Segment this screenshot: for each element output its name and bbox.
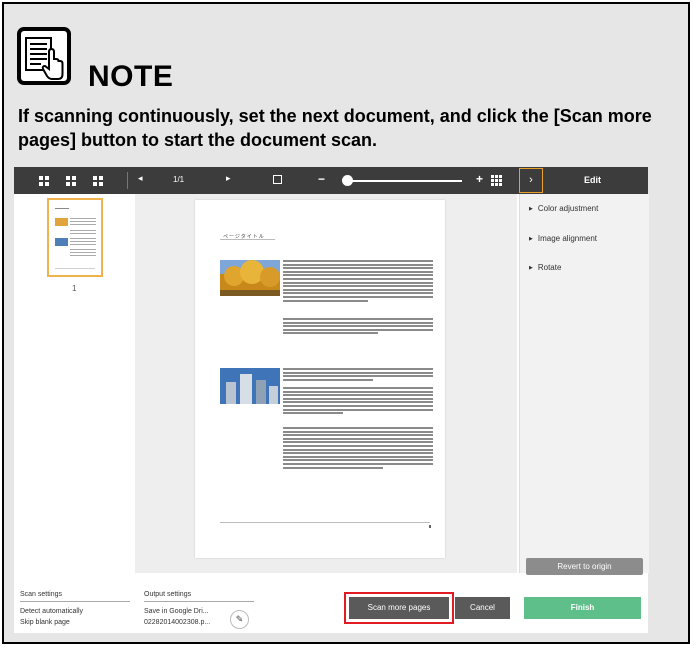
note-document-icon	[17, 27, 71, 85]
grid-view-icon[interactable]	[66, 176, 76, 186]
panel-toggle-button[interactable]: ›	[519, 168, 543, 193]
zoom-slider-handle[interactable]	[342, 175, 353, 186]
fit-page-icon[interactable]	[273, 175, 282, 184]
scan-settings-divider	[20, 601, 130, 602]
page-indicator: 1/1	[173, 175, 185, 184]
scan-setting-skip-blank: Skip blank page	[20, 619, 70, 626]
rotate-item[interactable]: Rotate	[529, 263, 562, 272]
grid-icon[interactable]	[491, 175, 502, 186]
output-setting-destination: Save in Google Dri...	[144, 608, 209, 615]
note-title: NOTE	[88, 60, 174, 93]
thumbnail-pane: 1	[14, 194, 136, 573]
output-settings-label: Output settings	[144, 591, 192, 598]
scan-settings-label: Scan settings	[20, 591, 63, 598]
page-thumbnail[interactable]	[47, 198, 103, 277]
page-footer-mark	[429, 525, 431, 528]
paragraph-lines-1	[283, 260, 433, 303]
toolbar-divider	[127, 172, 128, 189]
revert-to-origin-button[interactable]: Revert to origin	[526, 558, 643, 575]
paragraph-lines-2	[283, 318, 433, 336]
scan-app-window: ◂ 1/1 ▸ − + › Edit 1 ページタイトル ▶ Color adj…	[14, 167, 649, 633]
paragraph-lines-3	[283, 368, 433, 382]
paragraph-lines-5	[283, 427, 433, 470]
viewer-toolbar: ◂ 1/1 ▸ − + › Edit	[14, 167, 648, 194]
footer-rule	[220, 522, 430, 523]
scan-more-pages-button[interactable]: Scan more pages	[349, 597, 449, 619]
next-page-button[interactable]: ▸	[226, 173, 231, 184]
autumn-trees-photo	[220, 260, 280, 296]
thumbnail-view-icon[interactable]	[93, 176, 103, 186]
scanned-page: ページタイトル	[195, 200, 445, 558]
prev-page-button[interactable]: ◂	[138, 173, 143, 184]
edit-panel: Color adjustment Image alignment Rotate …	[519, 194, 649, 575]
single-view-icon[interactable]	[39, 176, 49, 186]
zoom-in-button[interactable]: +	[476, 172, 483, 186]
color-adjustment-item[interactable]: Color adjustment	[529, 204, 598, 213]
scan-setting-detect: Detect automatically	[20, 608, 84, 615]
output-setting-filename: 02282014002308.p...	[144, 619, 211, 626]
note-text: If scanning continuously, set the next d…	[18, 106, 652, 150]
heading-rule	[220, 239, 275, 240]
image-alignment-item[interactable]: Image alignment	[529, 234, 597, 243]
edit-panel-title: Edit	[584, 175, 601, 185]
finish-button[interactable]: Finish	[524, 597, 641, 619]
cancel-button[interactable]: Cancel	[455, 597, 510, 619]
buildings-photo	[220, 368, 280, 404]
paragraph-lines-4	[283, 387, 433, 416]
edit-pencil-icon[interactable]: ✎	[230, 610, 249, 629]
zoom-slider-track[interactable]	[347, 180, 462, 182]
thumbnail-page-number: 1	[72, 284, 77, 293]
document-preview: ページタイトル	[135, 194, 517, 573]
output-settings-divider	[144, 601, 254, 602]
zoom-out-button[interactable]: −	[318, 172, 325, 186]
